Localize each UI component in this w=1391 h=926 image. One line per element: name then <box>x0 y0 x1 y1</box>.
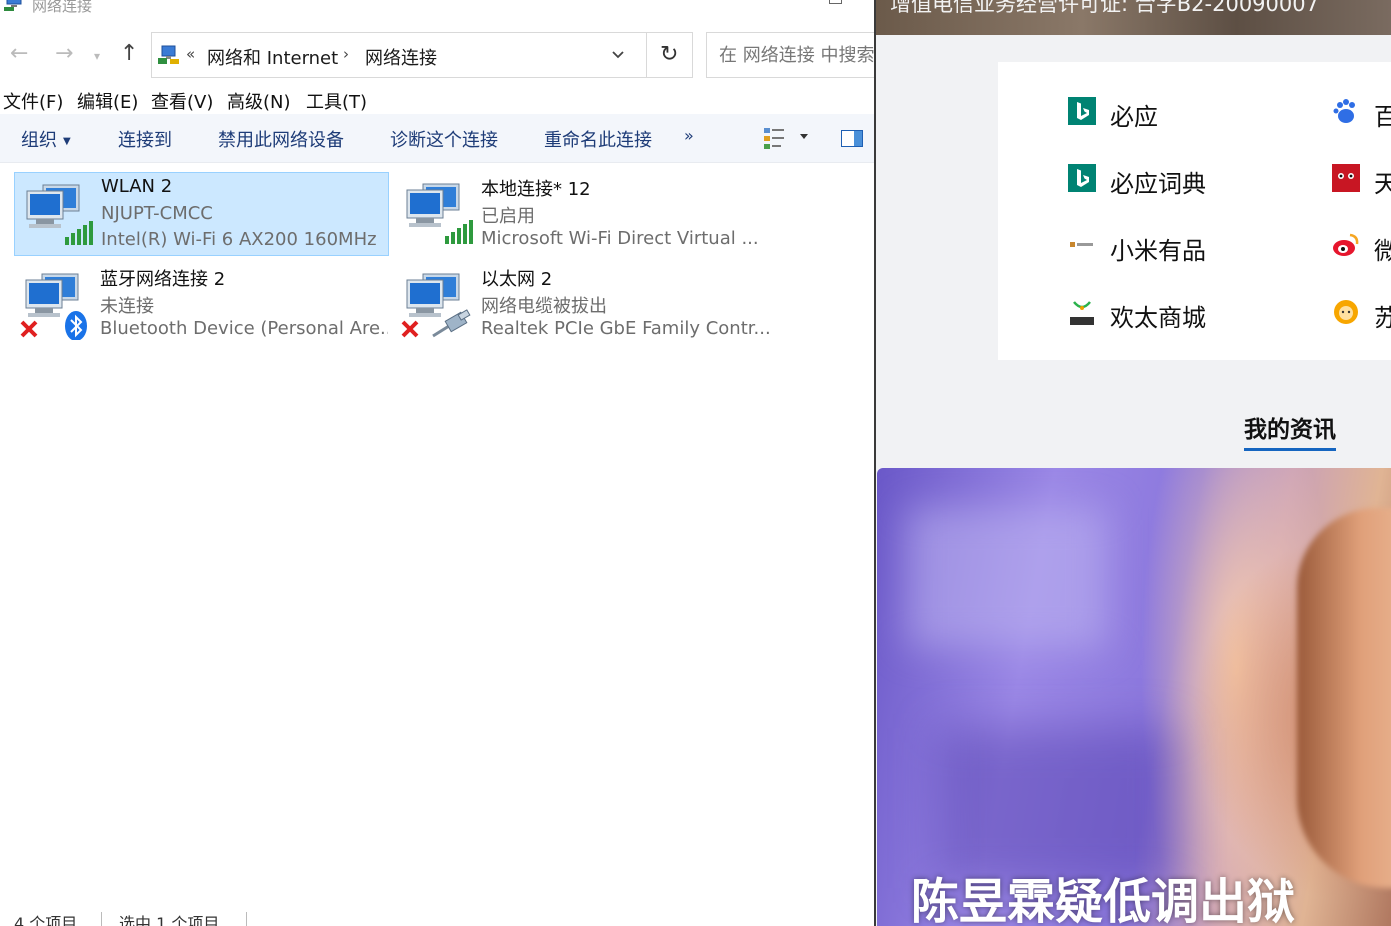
image-highlight <box>907 508 1107 648</box>
change-view-icon[interactable] <box>763 126 787 150</box>
quick-link-label-partial: 百 <box>1374 103 1391 131</box>
menu-advanced[interactable]: 高级(N) <box>227 88 291 114</box>
connection-name: 以太网 2 <box>481 269 553 290</box>
connection-device: Bluetooth Device (Personal Are... <box>100 318 388 339</box>
news-photo-person <box>1297 508 1391 888</box>
connection-device: Intel(R) Wi-Fi 6 AX200 160MHz <box>101 229 377 250</box>
browser-new-tab-page: 增值电信业务经营许可证: 合字B2-20090007 必应 必应词典 小米有品 <box>876 0 1391 926</box>
breadcrumb-network-connections[interactable]: 网络连接 <box>365 44 437 70</box>
connection-bluetooth-2[interactable]: 蓝牙网络连接 2 未连接 Bluetooth Device (Personal … <box>14 262 389 346</box>
license-text: 增值电信业务经营许可证: 合字B2-20090007 <box>890 0 1319 16</box>
breadcrumb-chevron-icon[interactable]: › <box>343 45 349 63</box>
news-card-image[interactable]: 陈昱霖疑低调出狱 <box>877 468 1391 926</box>
quick-link-label-partial: 微 <box>1374 237 1391 265</box>
search-input[interactable] <box>717 42 875 68</box>
window-title: 网络连接 <box>32 0 93 15</box>
recent-locations-chevron-icon[interactable]: ▾ <box>94 44 100 68</box>
command-bar: 组织 ▼ 连接到 禁用此网络设备 诊断这个连接 重命名此连接 » <box>0 114 875 163</box>
quick-link-label: 小米有品 <box>1110 237 1206 265</box>
quick-links-card: 必应 必应词典 小米有品 欢太商城 百 天 微 苏 <box>998 62 1391 360</box>
connect-to-button[interactable]: 连接到 <box>118 126 172 152</box>
wireless-adapter-icon <box>26 184 93 245</box>
connection-status: 未连接 <box>100 296 154 317</box>
rename-button[interactable]: 重命名此连接 <box>544 126 652 152</box>
connection-status: NJUPT-CMCC <box>101 203 213 224</box>
organize-label: 组织 <box>21 130 57 151</box>
quick-link-label-partial: 天 <box>1374 170 1391 198</box>
bluetooth-adapter-icon <box>20 273 87 340</box>
connection-name: WLAN 2 <box>101 176 173 197</box>
quick-link-label-partial: 苏 <box>1374 304 1391 332</box>
quick-link-label: 欢太商城 <box>1110 304 1206 332</box>
connection-device: Microsoft Wi-Fi Direct Virtual ... <box>481 228 759 249</box>
item-count: 4 个项目 <box>14 914 78 926</box>
connection-device: Realtek PCIe GbE Family Contr... <box>481 318 771 339</box>
dropdown-caret-icon: ▼ <box>63 135 71 147</box>
bing-icon <box>1068 97 1096 125</box>
disable-device-button[interactable]: 禁用此网络设备 <box>218 126 344 152</box>
connection-status: 网络电缆被拔出 <box>481 296 607 317</box>
back-arrow-icon[interactable]: ← <box>10 42 28 66</box>
preview-pane-icon[interactable] <box>841 130 863 147</box>
status-bar: 4 个项目 选中 1 个项目 <box>0 910 875 926</box>
refresh-icon: ↻ <box>660 42 679 67</box>
menu-view[interactable]: 查看(V) <box>151 88 213 114</box>
menu-bar: 文件(F) 编辑(E) 查看(V) 高级(N) 工具(T) <box>0 88 875 114</box>
forward-arrow-icon[interactable]: → <box>55 42 73 66</box>
weibo-icon <box>1333 233 1359 256</box>
more-commands-button[interactable]: » <box>684 126 694 145</box>
selected-count: 选中 1 个项目 <box>119 914 220 926</box>
quick-link-label: 必应词典 <box>1110 170 1206 198</box>
xiaomi-youpin-icon <box>1070 242 1093 247</box>
my-news-tab[interactable]: 我的资讯 <box>1244 410 1336 451</box>
diagnose-button[interactable]: 诊断这个连接 <box>390 126 498 152</box>
breadcrumb-overflow[interactable]: « <box>186 45 195 63</box>
status-divider <box>101 912 102 926</box>
address-bar[interactable]: « 网络和 Internet › 网络连接 ↻ <box>151 32 693 78</box>
search-box[interactable] <box>706 32 875 78</box>
suning-lion-icon <box>1334 300 1358 324</box>
connection-status: 已启用 <box>481 206 535 227</box>
maximize-button[interactable] <box>829 0 842 4</box>
tmall-icon <box>1332 164 1360 192</box>
wireless-adapter-icon <box>406 183 473 244</box>
breadcrumb-network-internet[interactable]: 网络和 Internet <box>207 44 338 70</box>
up-arrow-icon[interactable]: ↑ <box>120 42 138 66</box>
connection-wlan-2[interactable]: WLAN 2 NJUPT-CMCC Intel(R) Wi-Fi 6 AX200… <box>14 172 389 256</box>
baidu-paw-icon <box>1333 99 1355 123</box>
ethernet-adapter-icon <box>401 273 471 338</box>
title-bar[interactable]: 网络连接 <box>0 0 875 16</box>
network-connections-icon <box>4 0 22 11</box>
view-options-caret-icon[interactable] <box>800 134 808 139</box>
menu-tools[interactable]: 工具(T) <box>306 88 367 114</box>
organize-button[interactable]: 组织 ▼ <box>21 126 71 152</box>
quick-link-label: 必应 <box>1110 103 1158 131</box>
navigation-bar: ← → ▾ ↑ « 网络和 Internet › 网络连接 ↻ <box>0 32 875 78</box>
network-folder-icon <box>158 45 179 64</box>
connection-name: 本地连接* 12 <box>481 179 591 200</box>
network-connections-window: 网络连接 ← → ▾ ↑ « 网络和 Internet › 网络连接 ↻ 在 网… <box>0 0 875 926</box>
footer-banner: 增值电信业务经营许可证: 合字B2-20090007 <box>876 0 1391 35</box>
address-dropdown-chevron-icon[interactable] <box>610 47 626 63</box>
news-headline: 陈昱霖疑低调出狱 <box>911 874 1296 926</box>
connection-local-12[interactable]: 本地连接* 12 已启用 Microsoft Wi-Fi Direct Virt… <box>395 172 775 256</box>
bing-icon <box>1068 164 1096 192</box>
refresh-button[interactable]: ↻ <box>646 33 693 77</box>
connection-name: 蓝牙网络连接 2 <box>100 269 226 290</box>
menu-file[interactable]: 文件(F) <box>3 88 63 114</box>
connection-ethernet-2[interactable]: 以太网 2 网络电缆被拔出 Realtek PCIe GbE Family Co… <box>395 262 775 346</box>
menu-edit[interactable]: 编辑(E) <box>77 88 138 114</box>
heytap-mall-icon <box>1070 301 1094 325</box>
status-divider <box>246 912 247 926</box>
